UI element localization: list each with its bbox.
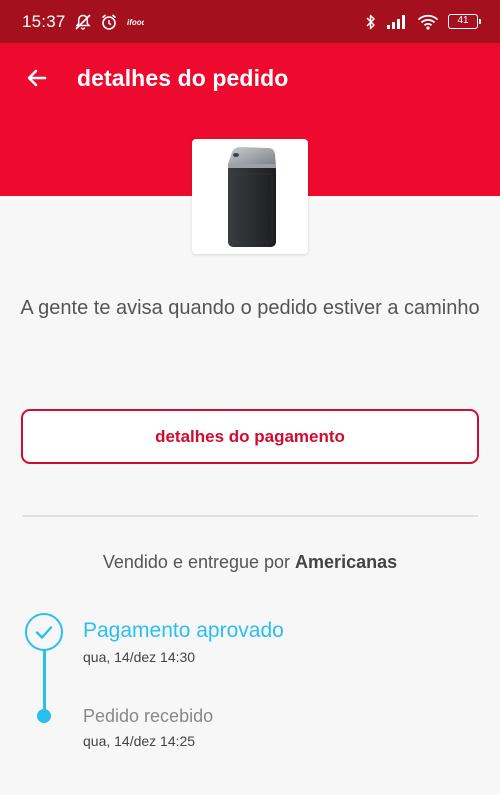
payment-details-button[interactable]: detalhes do pagamento — [21, 409, 479, 464]
wifi-icon — [417, 14, 439, 30]
alarm-icon — [100, 13, 118, 31]
payment-details-label: detalhes do pagamento — [155, 426, 345, 446]
timeline-step-title: Pagamento aprovado — [83, 619, 284, 642]
order-details-screen: 15:37 ifood 41 — [0, 0, 500, 795]
status-left: 15:37 ifood — [22, 12, 144, 32]
status-time: 15:37 — [22, 11, 66, 31]
timeline-line — [43, 648, 46, 716]
page-title: detalhes do pedido — [77, 65, 289, 91]
timeline-step-date: qua, 14/dez 14:30 — [83, 649, 196, 665]
svg-text:ifood: ifood — [127, 18, 144, 27]
back-button[interactable] — [20, 61, 54, 95]
divider — [22, 515, 478, 517]
battery-icon: 41 — [448, 14, 481, 29]
status-right: 41 — [365, 13, 481, 31]
timeline-step-title: Pedido recebido — [83, 706, 214, 726]
seller-prefix: Vendido e entregue por — [102, 552, 291, 572]
check-icon — [35, 626, 53, 639]
seller-info: Vendido e entregue por Americanas — [0, 552, 500, 573]
bluetooth-speaker-image — [228, 146, 276, 247]
timeline-step-dot — [37, 709, 51, 723]
timeline-step-done-icon — [25, 613, 63, 651]
timeline-step-date: qua, 14/dez 14:25 — [83, 733, 196, 749]
muted-notifications-icon — [74, 13, 92, 31]
seller-name: Americanas — [295, 552, 398, 572]
bluetooth-icon — [365, 13, 377, 31]
delivery-notice: A gente te avisa quando o pedido estiver… — [20, 297, 480, 319]
product-image-card[interactable] — [192, 139, 308, 254]
status-bar: 15:37 ifood 41 — [0, 0, 500, 43]
back-arrow-icon — [27, 69, 47, 87]
signal-icon — [386, 14, 408, 30]
app-notification-icon: ifood — [126, 16, 144, 28]
